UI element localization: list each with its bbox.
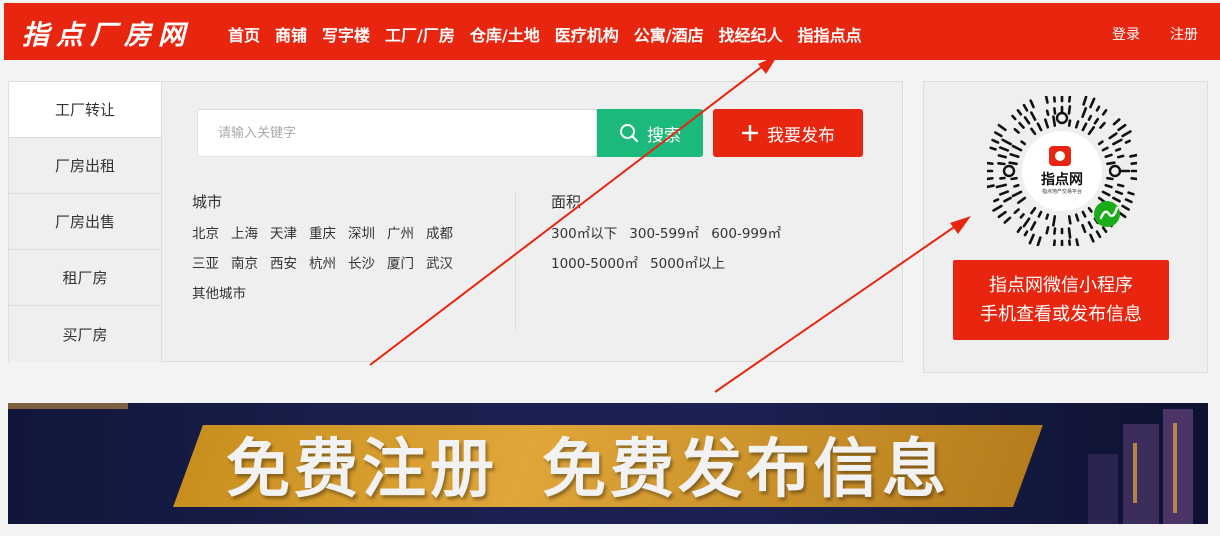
top-nav-bar: 指点厂房网 首页 商铺 写字楼 工厂/厂房 仓库/土地 医疗机构 公寓/酒店 找…	[4, 3, 1220, 60]
banner-building	[1163, 409, 1193, 524]
site-logo[interactable]: 指点厂房网	[22, 13, 192, 52]
tab-buy-wanted[interactable]: 买厂房	[9, 306, 161, 362]
category-sidebar: 工厂转让 厂房出租 厂房出售 租厂房 买厂房	[9, 82, 162, 362]
banner-text-register: 免费注册	[226, 433, 498, 507]
miniprogram-button[interactable]: 指点网微信小程序 手机查看或发布信息	[953, 260, 1169, 340]
city-link[interactable]: 上海	[231, 226, 258, 242]
city-link[interactable]: 长沙	[348, 256, 375, 272]
nav-zhizhi[interactable]: 指指点点	[798, 22, 862, 46]
area-link[interactable]: 300㎡以下	[551, 226, 617, 242]
auth-links: 登录 注册	[1082, 24, 1198, 44]
tab-factory-sale[interactable]: 厂房出售	[9, 194, 161, 250]
publish-button-label: 我要发布	[767, 125, 835, 146]
tab-rent-wanted[interactable]: 租厂房	[9, 250, 161, 306]
nav-factories[interactable]: 工厂/厂房	[385, 22, 455, 46]
plus-icon	[742, 125, 758, 141]
area-links: 300㎡以下 300-599㎡ 600-999㎡ 1000-5000㎡ 5000㎡以上	[551, 219, 871, 279]
miniprogram-qr-code: 指点网 指点地产交易平台	[987, 96, 1137, 246]
city-link[interactable]: 武汉	[426, 256, 453, 272]
qr-logo-text: 指点网	[1041, 171, 1083, 188]
search-input[interactable]	[197, 109, 597, 157]
banner-light-streak	[8, 403, 128, 409]
city-links: 北京 上海 天津 重庆 深圳 广州 成都 三亚 南京 西安 杭州 长沙 厦门 武汉 其他城市	[192, 219, 492, 309]
city-link[interactable]: 南京	[231, 256, 258, 272]
qr-sub-text: 指点地产交易平台	[1042, 188, 1082, 195]
city-link[interactable]: 广州	[387, 226, 414, 242]
nav-find-agent[interactable]: 找经纪人	[719, 22, 783, 46]
search-icon	[620, 124, 639, 143]
nav-shops[interactable]: 商铺	[275, 22, 307, 46]
banner-building	[1088, 454, 1118, 524]
nav-medical[interactable]: 医疗机构	[555, 22, 619, 46]
promo-banner[interactable]: 免费注册 免费发布信息	[8, 403, 1208, 524]
search-button[interactable]: 搜索	[597, 109, 703, 157]
city-link[interactable]: 重庆	[309, 226, 336, 242]
city-link[interactable]: 西安	[270, 256, 297, 272]
city-link[interactable]: 天津	[270, 226, 297, 242]
area-filter-title: 面积	[551, 193, 582, 211]
banner-headline: 免费注册 免费发布信息	[226, 418, 950, 510]
city-link[interactable]: 北京	[192, 226, 219, 242]
city-link[interactable]: 厦门	[387, 256, 414, 272]
area-link[interactable]: 300-599㎡	[629, 226, 699, 242]
tab-factory-transfer[interactable]: 工厂转让	[9, 82, 161, 138]
area-link[interactable]: 5000㎡以上	[650, 256, 725, 272]
city-link-other[interactable]: 其他城市	[192, 286, 246, 302]
city-link[interactable]: 三亚	[192, 256, 219, 272]
city-link[interactable]: 成都	[426, 226, 453, 242]
wechat-miniprogram-icon	[1094, 201, 1120, 227]
area-link[interactable]: 600-999㎡	[711, 226, 781, 242]
area-link[interactable]: 1000-5000㎡	[551, 256, 638, 272]
filter-divider	[515, 192, 516, 330]
city-link[interactable]: 杭州	[309, 256, 336, 272]
tab-factory-rent[interactable]: 厂房出租	[9, 138, 161, 194]
banner-building	[1123, 424, 1159, 524]
nav-apartment-hotel[interactable]: 公寓/酒店	[634, 22, 704, 46]
banner-text-publish: 免费发布信息	[542, 433, 950, 507]
banner-window-lights	[1133, 443, 1137, 503]
miniprogram-line1: 指点网微信小程序	[989, 275, 1133, 296]
search-button-label: 搜索	[647, 125, 681, 146]
publish-button[interactable]: 我要发布	[713, 109, 863, 157]
nav-warehouse-land[interactable]: 仓库/土地	[470, 22, 540, 46]
main-nav: 首页 商铺 写字楼 工厂/厂房 仓库/土地 医疗机构 公寓/酒店 找经纪人 指指…	[228, 22, 877, 46]
login-link[interactable]: 登录	[1112, 24, 1140, 44]
register-link[interactable]: 注册	[1170, 24, 1198, 44]
nav-offices[interactable]: 写字楼	[322, 22, 370, 46]
miniprogram-panel: 指点网 指点地产交易平台 指点网微信小程序 手机查看或发布信息	[923, 81, 1208, 373]
miniprogram-line2: 手机查看或发布信息	[980, 304, 1142, 325]
nav-home[interactable]: 首页	[228, 22, 260, 46]
search-panel: 工厂转让 厂房出租 厂房出售 租厂房 买厂房 搜索 我要发布 城市 北京上海天津…	[8, 81, 903, 362]
city-filter-title: 城市	[192, 193, 223, 211]
banner-window-lights	[1173, 423, 1177, 513]
city-link[interactable]: 深圳	[348, 226, 375, 242]
logo-mark-icon	[1049, 146, 1071, 166]
